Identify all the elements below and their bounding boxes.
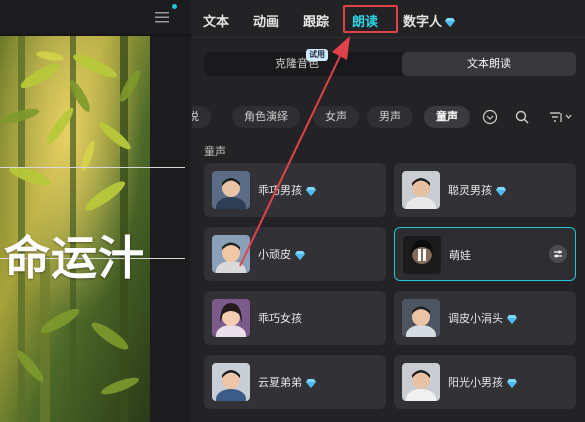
video-caption-text[interactable]: 命运汁 [4,222,145,288]
notification-dot [172,4,177,9]
avatar [212,363,250,401]
tab-digital-human-label: 数字人 [403,15,443,30]
filter-chip-female[interactable]: 女声 [313,106,359,128]
voice-name-label: 乖巧女孩 [258,312,302,325]
diamond-icon [306,378,316,388]
sort-filter-icon[interactable] [549,111,573,123]
tab-digital-human[interactable]: 数字人 [403,11,456,30]
voice-card[interactable]: 云夏弟弟 [204,355,386,409]
voice-card[interactable]: 阳光小男孩 [394,355,576,409]
filter-chip-child[interactable]: 童声 [424,106,470,128]
diamond-icon [507,314,517,324]
preview-toolbar [0,0,190,34]
voice-card[interactable]: 聪灵男孩 [394,163,576,217]
voice-card[interactable]: 乖巧男孩 [204,163,386,217]
clone-voice-option[interactable]: 克隆音色 [204,52,390,76]
voice-name-label: 云夏弟弟 [258,374,316,390]
panel-tab-bar: 文本 动画 跟踪 朗读 数字人 [192,0,585,38]
search-icon[interactable] [515,110,529,124]
voice-settings-icon[interactable] [549,245,567,263]
tab-animation[interactable]: 动画 [253,11,279,30]
section-label-child-voices: 童声 [204,145,226,158]
avatar [402,171,440,209]
voice-name-label: 阳光小男孩 [448,374,517,390]
tab-text[interactable]: 文本 [203,11,229,30]
tts-panel: 文本 动画 跟踪 朗读 数字人 克隆音色 文本朗读 试用 说 角色演绎 女声 男… [192,0,585,422]
caption-guide-line [0,167,185,168]
voice-name-label: 调皮小涓头 [448,310,517,326]
tab-tracking[interactable]: 跟踪 [303,11,329,30]
voice-name-label: 小顽皮 [258,246,305,262]
avatar [402,299,440,337]
avatar [212,171,250,209]
diamond-icon [496,186,506,196]
diamond-icon [306,186,316,196]
voice-category-filters: 说 角色演绎 女声 男声 童声 [192,106,585,128]
video-preview-panel: 命运汁 [0,0,190,422]
chevron-down-circle-icon[interactable] [482,109,498,125]
avatar [402,363,440,401]
voice-card[interactable]: 小顽皮 [204,227,386,281]
filter-chip-roleplay[interactable]: 角色演绎 [232,106,300,128]
voice-card-selected[interactable]: 萌娃 [394,227,576,281]
hamburger-menu-icon[interactable] [153,8,171,26]
avatar [212,235,250,273]
diamond-icon [445,18,456,27]
trial-badge: 试用 [306,49,328,61]
filter-chip-narration[interactable]: 说 [192,106,211,128]
voice-name-label: 乖巧男孩 [258,182,316,198]
voice-mode-toggle: 克隆音色 文本朗读 [204,52,576,76]
pause-icon[interactable] [403,236,441,274]
preview-margin [150,36,190,422]
voice-name-label: 萌娃 [449,249,471,262]
voice-name-label: 聪灵男孩 [448,182,506,198]
avatar [212,299,250,337]
text-to-speech-option[interactable]: 文本朗读 [402,52,576,76]
diamond-icon [507,378,517,388]
tab-highlight-box [343,5,398,33]
voice-card[interactable]: 乖巧女孩 [204,291,386,345]
diamond-icon [295,250,305,260]
filter-chip-male[interactable]: 男声 [367,106,413,128]
voice-card[interactable]: 调皮小涓头 [394,291,576,345]
